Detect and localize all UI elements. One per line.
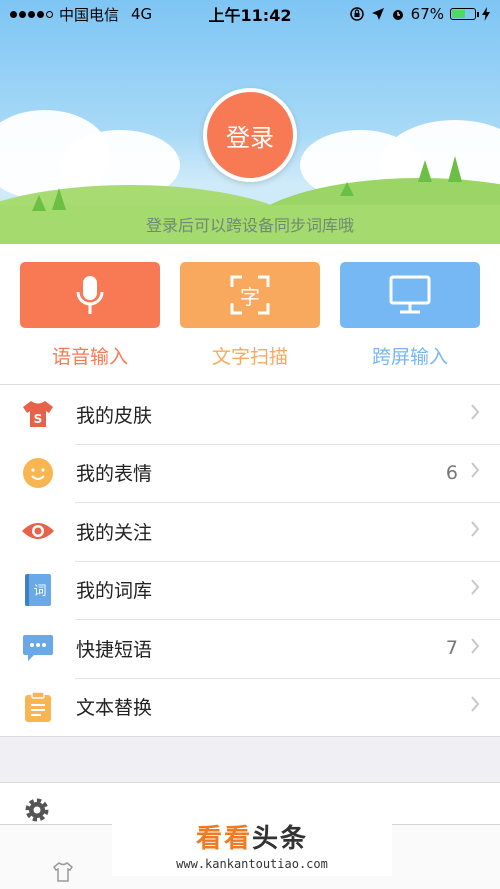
chevron-right-icon: [470, 638, 480, 659]
menu-badge: 6: [445, 461, 458, 484]
tree-icon: [52, 188, 66, 210]
alarm-icon: [392, 10, 403, 20]
tree-icon: [418, 160, 432, 182]
monitor-icon: [389, 275, 431, 314]
watermark-title: 看看头条: [196, 818, 308, 855]
chevron-right-icon: [470, 521, 480, 542]
watermark-brand-orange: 看看: [195, 823, 252, 854]
menu-item-skin[interactable]: S 我的皮肤: [0, 385, 500, 444]
gear-icon[interactable]: [22, 795, 52, 825]
watermark-logo: 看看头条 www.kankantoutiao.com: [112, 812, 392, 876]
dictionary-icon: 词: [20, 572, 56, 608]
location-arrow-icon: [371, 8, 384, 20]
smiley-icon: [20, 455, 56, 491]
hero-banner: 登录 登录后可以跨设备同步词库哦: [0, 0, 500, 244]
menu-label: 文本替换: [76, 697, 153, 720]
skin-glyph: S: [34, 412, 43, 426]
voice-input-action[interactable]: 语音输入: [20, 262, 160, 384]
menu-item-dictionary[interactable]: 词 我的词库: [0, 560, 500, 620]
microphone-icon: [76, 276, 104, 314]
menu-item-emoji[interactable]: 我的表情 6: [0, 443, 500, 503]
cross-screen-label: 跨屏输入: [371, 346, 448, 368]
menu-list: S 我的皮肤 我的表情 6 我的关注 词 我的词库 快捷短语 7 文本替换: [0, 384, 500, 737]
menu-item-follow[interactable]: 我的关注: [0, 502, 500, 561]
watermark-url: www.kankantoutiao.com: [176, 856, 328, 871]
chevron-right-icon: [470, 404, 480, 425]
shirt-icon: S: [20, 396, 56, 432]
login-hint: 登录后可以跨设备同步词库哦: [145, 216, 354, 235]
menu-label: 我的词库: [76, 580, 153, 603]
quick-actions: 语音输入 字 文字扫描 跨屏输入: [0, 244, 500, 384]
scan-text-icon: 字: [230, 275, 270, 315]
tab-skin[interactable]: [23, 861, 103, 885]
login-button-label: 登录: [226, 123, 274, 152]
eye-icon: [20, 513, 56, 549]
login-button[interactable]: 登录: [203, 88, 297, 182]
cross-screen-action[interactable]: 跨屏输入: [340, 262, 480, 384]
menu-item-text-replace[interactable]: 文本替换: [0, 677, 500, 737]
tree-icon: [340, 182, 354, 196]
cross-screen-button[interactable]: [340, 262, 480, 328]
network-type: 4G: [131, 5, 153, 23]
voice-input-button[interactable]: [20, 262, 160, 328]
text-scan-button[interactable]: 字: [180, 262, 320, 328]
menu-badge: 7: [445, 637, 458, 660]
menu-item-quick-phrases[interactable]: 快捷短语 7: [0, 619, 500, 678]
menu-label: 我的皮肤: [76, 404, 153, 427]
chevron-right-icon: [470, 696, 480, 717]
tree-icon: [32, 195, 46, 211]
text-scan-label: 文字扫描: [211, 346, 288, 368]
text-scan-action[interactable]: 字 文字扫描: [180, 262, 320, 384]
tree-icon: [448, 156, 462, 182]
rotation-lock-icon: [349, 7, 364, 21]
menu-label: 快捷短语: [76, 638, 153, 661]
scan-glyph: 字: [240, 284, 260, 309]
watermark-brand-dark: 头条: [252, 823, 309, 854]
menu-label: 我的表情: [76, 463, 153, 486]
charging-bolt-icon: [482, 7, 490, 21]
battery-icon: [450, 8, 479, 20]
dictionary-glyph: 词: [25, 573, 51, 606]
clipboard-icon: [20, 689, 56, 725]
status-bar: 中国电信 4G 上午11:42 67%: [0, 0, 500, 28]
chat-bubble-icon: [20, 630, 56, 666]
chevron-right-icon: [470, 462, 480, 483]
chevron-right-icon: [470, 579, 480, 600]
carrier-name: 中国电信: [59, 5, 120, 24]
shirt-tab-icon: [52, 862, 73, 882]
menu-label: 我的关注: [76, 521, 153, 544]
signal-strength-icon: [10, 10, 53, 18]
battery-percentage: 67%: [410, 5, 444, 23]
voice-input-label: 语音输入: [51, 346, 128, 368]
